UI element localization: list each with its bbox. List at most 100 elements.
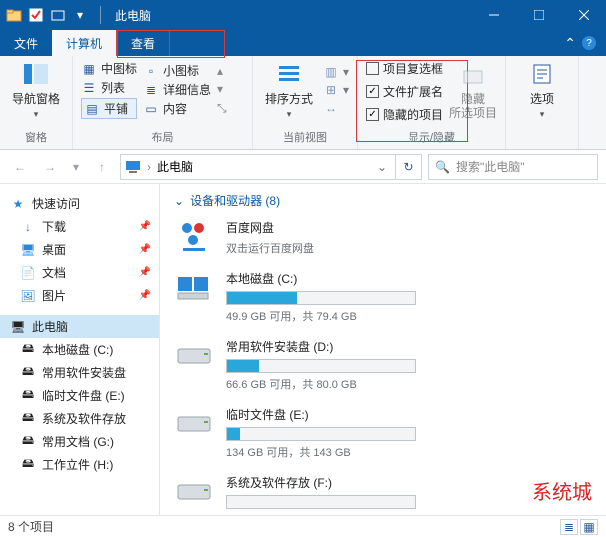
address-dropdown-icon[interactable]: ⌄ — [373, 160, 391, 174]
layout-details[interactable]: ≣详细信息 — [143, 81, 211, 98]
scroll-up-icon[interactable]: ▴ — [217, 64, 227, 78]
options-button[interactable]: 选项 ▾ — [514, 60, 570, 120]
sidebar-desktop[interactable]: 🖥桌面📌 — [0, 238, 159, 261]
sidebar-documents[interactable]: 📄文档📌 — [0, 261, 159, 284]
back-button[interactable]: ← — [8, 155, 32, 179]
search-placeholder: 搜索"此电脑" — [456, 158, 525, 175]
window-controls — [471, 0, 606, 30]
drive-icon — [174, 270, 214, 302]
expand-icon[interactable]: ⤡ — [217, 101, 227, 116]
size-columns[interactable]: ↔ — [323, 100, 349, 116]
chevron-down-icon: ▾ — [34, 109, 39, 120]
tiles-icon: ▤ — [84, 101, 100, 117]
group-current-view: 排序方式 ▾ ▥▾ ⊞▾ ↔ 当前视图 — [253, 56, 358, 149]
content-pane: ⌄设备和驱动器 (8) 百度网盘 双击运行百度网盘 本地磁盘 (C:) 49.9… — [160, 184, 606, 515]
group-by[interactable]: ▥▾ — [323, 64, 349, 80]
group-panes: 导航窗格 ▾ 窗格 — [0, 56, 73, 149]
forward-button[interactable]: → — [38, 155, 62, 179]
sidebar-drive-c[interactable]: 🖴本地磁盘 (C:) — [0, 338, 159, 361]
sidebar-drive-h[interactable]: 🖴工作立件 (H:) — [0, 453, 159, 476]
tile-drive[interactable]: 临时文件盘 (E:) 134 GB 可用，共 143 GB — [174, 406, 592, 460]
history-dropdown[interactable]: ▾ — [68, 155, 84, 179]
sidebar-drive-d[interactable]: 🖴常用软件安装盘 — [0, 361, 159, 384]
view-details-button[interactable]: ≣ — [560, 519, 578, 535]
drive-icon: 🖴 — [20, 388, 36, 404]
status-bar: 8 个项目 ≣ ▦ — [0, 515, 606, 537]
drive-icon: 🖴 — [20, 342, 36, 358]
baidu-icon — [174, 219, 214, 251]
details-icon: ≣ — [143, 82, 159, 98]
view-mode-toggle: ≣ ▦ — [560, 519, 598, 535]
scroll-down-icon[interactable]: ▾ — [217, 82, 227, 96]
drive-icon — [174, 406, 214, 438]
check-hidden-items[interactable]: ✓隐藏的项目 — [366, 106, 443, 123]
tile-baidu[interactable]: 百度网盘 双击运行百度网盘 — [174, 219, 592, 256]
address-text: 此电脑 — [157, 158, 193, 175]
group-show-hide: 项目复选框 ✓文件扩展名 ✓隐藏的项目 隐藏 所选项目 显示/隐藏 — [358, 56, 506, 149]
folder-icon — [6, 7, 22, 23]
drive-icon: 🖴 — [20, 457, 36, 473]
nav-sidebar: ★快速访问 ↓下载📌 🖥桌面📌 📄文档📌 🖼图片📌 🖥此电脑 🖴本地磁盘 (C:… — [0, 184, 160, 515]
sidebar-downloads[interactable]: ↓下载📌 — [0, 215, 159, 238]
layout-small-icons[interactable]: ▫小图标 — [143, 62, 211, 79]
section-devices[interactable]: ⌄设备和驱动器 (8) — [174, 192, 592, 209]
tile-drive[interactable]: 常用软件安装盘 (D:) 66.6 GB 可用，共 80.0 GB — [174, 338, 592, 392]
capacity-bar — [226, 291, 416, 305]
divider — [100, 6, 101, 24]
new-folder-icon[interactable] — [50, 7, 66, 23]
ribbon-help: ⌃ ? — [554, 30, 606, 56]
star-icon: ★ — [10, 196, 26, 212]
properties-icon[interactable] — [28, 7, 44, 23]
check-file-ext[interactable]: ✓文件扩展名 — [366, 83, 443, 100]
capacity-bar — [226, 427, 416, 441]
tile-drive[interactable]: 系统及软件存放 (F:) — [174, 474, 592, 512]
help-icon[interactable]: ? — [582, 36, 596, 50]
ribbon-tabs: 文件 计算机 查看 ⌃ ? — [0, 30, 606, 56]
sort-button[interactable]: 排序方式 ▾ — [261, 60, 317, 120]
options-icon — [528, 60, 556, 88]
pc-icon: 🖥 — [10, 319, 26, 335]
drive-icon: 🖴 — [20, 411, 36, 427]
small-icons-icon: ▫ — [143, 63, 159, 79]
tab-file[interactable]: 文件 — [0, 30, 52, 56]
nav-pane-button[interactable]: 导航窗格 ▾ — [8, 60, 64, 120]
view-tiles-button[interactable]: ▦ — [580, 519, 598, 535]
layout-list[interactable]: ☰列表 — [81, 79, 137, 96]
add-columns[interactable]: ⊞▾ — [323, 82, 349, 98]
capacity-bar — [226, 359, 416, 373]
minimize-button[interactable] — [471, 0, 516, 30]
sidebar-drive-f[interactable]: 🖴系统及软件存放 — [0, 407, 159, 430]
sidebar-pictures[interactable]: 🖼图片📌 — [0, 284, 159, 307]
quick-access-toolbar: ▾ — [0, 7, 94, 23]
maximize-button[interactable] — [516, 0, 561, 30]
search-box[interactable]: 🔍 搜索"此电脑" — [428, 154, 598, 180]
desktop-icon: 🖥 — [20, 242, 36, 258]
tab-view[interactable]: 查看 — [116, 30, 170, 56]
check-item-checkboxes[interactable]: 项目复选框 — [366, 60, 443, 77]
close-button[interactable] — [561, 0, 606, 30]
group-layout: ▦中图标 ☰列表 ▤平铺 ▫小图标 ≣详细信息 ▭内容 ▴ ▾ ⤡ 布局 — [73, 56, 253, 149]
tab-computer[interactable]: 计算机 — [52, 30, 116, 56]
pictures-icon: 🖼 — [20, 288, 36, 304]
up-button[interactable]: ↑ — [90, 155, 114, 179]
sort-icon — [275, 60, 303, 88]
sidebar-drive-g[interactable]: 🖴常用文档 (G:) — [0, 430, 159, 453]
sidebar-this-pc[interactable]: 🖥此电脑 — [0, 315, 159, 338]
sidebar-drive-e[interactable]: 🖴临时文件盘 (E:) — [0, 384, 159, 407]
layout-content[interactable]: ▭内容 — [143, 100, 211, 117]
layout-medium-icons[interactable]: ▦中图标 — [81, 60, 137, 77]
layout-tiles[interactable]: ▤平铺 — [81, 98, 137, 119]
download-icon: ↓ — [20, 219, 36, 235]
checkbox-checked-icon: ✓ — [366, 85, 379, 98]
qat-dropdown-icon[interactable]: ▾ — [72, 7, 88, 23]
hide-icon — [459, 63, 487, 91]
sidebar-quick-access[interactable]: ★快速访问 — [0, 192, 159, 215]
collapse-ribbon-icon[interactable]: ⌃ — [564, 35, 576, 52]
documents-icon: 📄 — [20, 265, 36, 281]
refresh-button[interactable]: ↻ — [396, 154, 422, 180]
chevron-down-icon: ▾ — [287, 109, 292, 120]
address-bar[interactable]: › 此电脑 ⌄ — [120, 154, 396, 180]
nav-pane-icon — [22, 60, 50, 88]
pin-icon: 📌 — [139, 290, 151, 301]
tile-drive[interactable]: 本地磁盘 (C:) 49.9 GB 可用，共 79.4 GB — [174, 270, 592, 324]
